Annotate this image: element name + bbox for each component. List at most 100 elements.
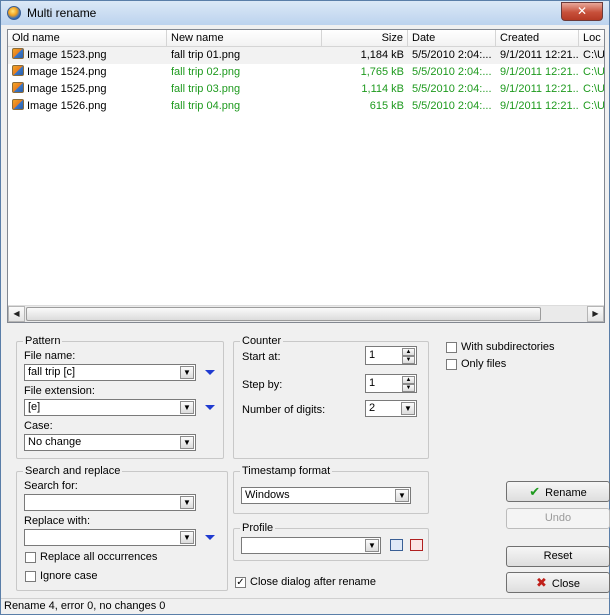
- title-bar: Multi rename ✕: [1, 1, 609, 25]
- image-file-icon: [12, 65, 24, 76]
- location-cell: C:\U: [583, 100, 605, 112]
- status-bar: Rename 4, error 0, no changes 0: [1, 598, 609, 614]
- search-replace-group: Search and replace Search for: ▼ Replace…: [16, 465, 228, 591]
- date-cell: 5/5/2010 2:04:...: [412, 83, 492, 95]
- undo-button[interactable]: Undo: [506, 508, 610, 529]
- column-header-location[interactable]: Loc: [579, 30, 604, 47]
- search-for-input[interactable]: ▼: [24, 494, 196, 511]
- location-cell: C:\U: [583, 49, 605, 61]
- close-after-rename-checkbox[interactable]: ✓: [235, 577, 246, 588]
- insert-placeholder-icon[interactable]: [205, 535, 215, 540]
- table-row[interactable]: Image 1525.png fall trip 03.png 1,114 kB…: [8, 81, 605, 98]
- image-file-icon: [12, 48, 24, 59]
- list-header: Old name New name Size Date Created Loc: [8, 30, 604, 47]
- digits-label: Number of digits:: [242, 404, 326, 416]
- close-button[interactable]: ✖ Close: [506, 572, 610, 593]
- case-label: Case:: [24, 420, 53, 432]
- date-cell: 5/5/2010 2:04:...: [412, 66, 492, 78]
- size-cell: 1,765 kB: [360, 66, 404, 78]
- chevron-down-icon[interactable]: ▼: [180, 496, 194, 509]
- step-by-value: 1: [369, 377, 376, 389]
- start-at-label: Start at:: [242, 351, 281, 363]
- spin-down-icon[interactable]: ▼: [402, 384, 415, 392]
- pattern-group: Pattern File name: fall trip [c] ▼ File …: [16, 335, 224, 459]
- close-after-rename-label: Close dialog after rename: [250, 576, 376, 588]
- case-select[interactable]: No change ▼: [24, 434, 196, 451]
- table-row[interactable]: Image 1524.png fall trip 02.png 1,765 kB…: [8, 64, 605, 81]
- column-header-size[interactable]: Size: [322, 30, 408, 47]
- file-extension-combo[interactable]: [e] ▼: [24, 399, 196, 416]
- start-at-stepper[interactable]: 1 ▲ ▼: [365, 346, 417, 365]
- horizontal-scrollbar[interactable]: ◀ ▶: [8, 305, 604, 322]
- only-files-checkbox[interactable]: [446, 359, 457, 370]
- new-name-cell: fall trip 02.png: [171, 66, 241, 78]
- digits-select[interactable]: 2 ▼: [365, 400, 417, 417]
- column-header-created[interactable]: Created: [496, 30, 579, 47]
- search-replace-group-label: Search and replace: [23, 465, 123, 477]
- file-list[interactable]: Old name New name Size Date Created Loc …: [7, 29, 605, 323]
- profile-group-label: Profile: [240, 522, 276, 534]
- counter-group: Counter Start at: 1 ▲ ▼ Step by: 1 ▲ ▼ N…: [233, 335, 429, 459]
- created-cell: 9/1/2011 12:21...: [500, 100, 579, 112]
- location-cell: C:\U: [583, 83, 605, 95]
- table-row[interactable]: Image 1523.png fall trip 01.png 1,184 kB…: [8, 47, 605, 64]
- window-close-button[interactable]: ✕: [561, 2, 603, 21]
- profile-select[interactable]: ▼: [241, 537, 381, 554]
- created-cell: 9/1/2011 12:21...: [500, 66, 579, 78]
- table-row[interactable]: Image 1526.png fall trip 04.png 615 kB 5…: [8, 98, 605, 115]
- chevron-down-icon[interactable]: ▼: [365, 539, 379, 552]
- size-cell: 1,184 kB: [360, 49, 404, 61]
- case-value: No change: [28, 436, 82, 448]
- file-name-label: File name:: [24, 350, 76, 362]
- delete-profile-icon[interactable]: [410, 539, 423, 551]
- old-name-cell: Image 1525.png: [27, 83, 107, 95]
- location-cell: C:\U: [583, 66, 605, 78]
- scrollbar-thumb[interactable]: [26, 307, 541, 321]
- ignore-case-label: Ignore case: [40, 570, 98, 582]
- column-header-date[interactable]: Date: [408, 30, 496, 47]
- new-name-cell: fall trip 03.png: [171, 83, 241, 95]
- chevron-down-icon[interactable]: ▼: [180, 401, 194, 414]
- size-cell: 615 kB: [369, 100, 404, 112]
- pattern-group-label: Pattern: [23, 335, 63, 347]
- checkmark-icon: ✔: [529, 484, 541, 499]
- search-for-label: Search for:: [24, 480, 78, 492]
- created-cell: 9/1/2011 12:21...: [500, 49, 579, 61]
- scroll-left-icon[interactable]: ◀: [8, 306, 25, 322]
- spin-up-icon[interactable]: ▲: [402, 376, 415, 384]
- file-extension-label: File extension:: [24, 385, 95, 397]
- chevron-down-icon[interactable]: ▼: [180, 436, 194, 449]
- chevron-down-icon[interactable]: ▼: [395, 489, 409, 502]
- file-name-combo[interactable]: fall trip [c] ▼: [24, 364, 196, 381]
- chevron-down-icon[interactable]: ▼: [401, 402, 415, 415]
- ignore-case-checkbox[interactable]: [25, 571, 36, 582]
- spin-down-icon[interactable]: ▼: [402, 356, 415, 364]
- with-subdirectories-checkbox[interactable]: [446, 342, 457, 353]
- timestamp-format-value: Windows: [245, 489, 290, 501]
- step-by-label: Step by:: [242, 379, 283, 391]
- step-by-stepper[interactable]: 1 ▲ ▼: [365, 374, 417, 393]
- replace-with-label: Replace with:: [24, 515, 91, 527]
- scroll-right-icon[interactable]: ▶: [587, 306, 604, 322]
- save-profile-icon[interactable]: [390, 539, 403, 551]
- digits-value: 2: [369, 402, 376, 414]
- chevron-down-icon[interactable]: ▼: [180, 531, 194, 544]
- column-header-old-name[interactable]: Old name: [8, 30, 167, 47]
- insert-placeholder-icon[interactable]: [205, 370, 215, 375]
- image-file-icon: [12, 82, 24, 93]
- insert-placeholder-icon[interactable]: [205, 405, 215, 410]
- timestamp-format-select[interactable]: Windows ▼: [241, 487, 411, 504]
- old-name-cell: Image 1523.png: [27, 49, 107, 61]
- rename-button[interactable]: ✔ Rename: [506, 481, 610, 502]
- start-at-value: 1: [369, 349, 376, 361]
- replace-all-checkbox[interactable]: [25, 552, 36, 563]
- multi-rename-dialog: Multi rename ✕ Old name New name Size Da…: [0, 0, 610, 615]
- date-cell: 5/5/2010 2:04:...: [412, 100, 492, 112]
- chevron-down-icon[interactable]: ▼: [180, 366, 194, 379]
- column-header-new-name[interactable]: New name: [167, 30, 322, 47]
- date-cell: 5/5/2010 2:04:...: [412, 49, 492, 61]
- reset-button[interactable]: Reset: [506, 546, 610, 567]
- spin-up-icon[interactable]: ▲: [402, 348, 415, 356]
- window-title: Multi rename: [27, 6, 97, 20]
- replace-with-input[interactable]: ▼: [24, 529, 196, 546]
